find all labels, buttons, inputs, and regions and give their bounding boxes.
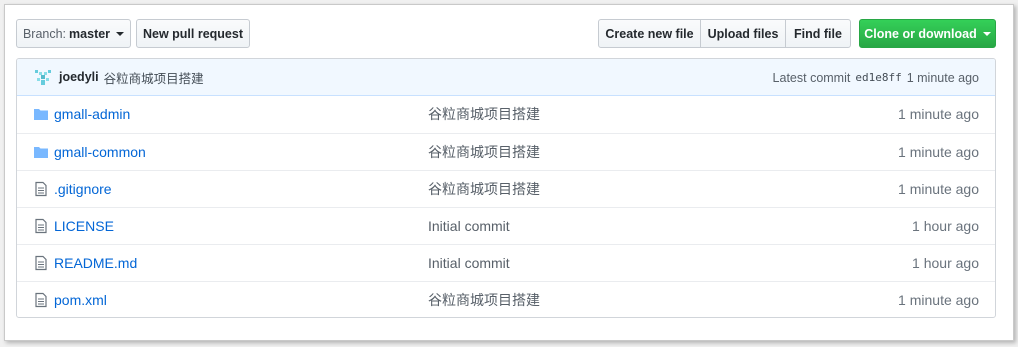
branch-name-label: master: [69, 26, 111, 41]
file-table: joedyli 谷粒商城项目搭建 Latest commit ed1e8ff 1…: [16, 58, 996, 318]
latest-commit-label: Latest commit: [772, 70, 851, 85]
clone-or-download-button[interactable]: Clone or download: [859, 19, 996, 48]
file-commit-message[interactable]: 谷粒商城项目搭建: [428, 96, 540, 133]
file-icon: [35, 292, 47, 308]
commit-author[interactable]: joedyli: [59, 70, 99, 84]
table-row: .gitignore 谷粒商城项目搭建 1 minute ago: [17, 170, 995, 207]
file-list: gmall-admin 谷粒商城项目搭建 1 minute ago gmall-…: [17, 96, 995, 317]
file-icon: [35, 218, 47, 234]
upload-files-button[interactable]: Upload files: [700, 19, 786, 48]
new-pull-request-button[interactable]: New pull request: [136, 19, 250, 48]
commit-sha[interactable]: ed1e8ff: [855, 71, 901, 84]
create-new-file-button[interactable]: Create new file: [598, 19, 701, 48]
file-age: 1 minute ago: [898, 292, 979, 308]
branch-select-button[interactable]: Branch: master: [16, 19, 131, 48]
file-commit-message[interactable]: 谷粒商城项目搭建: [428, 134, 540, 171]
clone-label: Clone or download: [864, 26, 977, 41]
branch-prefix-label: Branch:: [22, 26, 67, 41]
file-name-link[interactable]: gmall-common: [54, 134, 146, 171]
file-commit-message[interactable]: 谷粒商城项目搭建: [428, 171, 540, 208]
file-name-link[interactable]: README.md: [54, 245, 137, 282]
file-age: 1 minute ago: [898, 106, 979, 122]
file-commit-message[interactable]: 谷粒商城项目搭建: [428, 282, 540, 317]
file-name-link[interactable]: gmall-admin: [54, 96, 130, 133]
folder-icon: [34, 147, 48, 158]
folder-icon: [34, 109, 48, 120]
file-commit-message[interactable]: Initial commit: [428, 245, 510, 282]
file-actions-group: Create new file Upload files Find file: [598, 19, 851, 48]
avatar[interactable]: [33, 67, 53, 87]
file-commit-message[interactable]: Initial commit: [428, 208, 510, 245]
file-age: 1 minute ago: [898, 144, 979, 160]
table-row: README.md Initial commit 1 hour ago: [17, 244, 995, 281]
file-navigation-toolbar: Branch: master New pull request Create n…: [16, 19, 996, 48]
table-row: pom.xml 谷粒商城项目搭建 1 minute ago: [17, 281, 995, 317]
commit-age: 1 minute ago: [906, 70, 979, 85]
file-age: 1 hour ago: [912, 255, 979, 271]
latest-commit-info: Latest commit ed1e8ff 1 minute ago: [773, 59, 979, 96]
chevron-down-icon: [116, 31, 125, 36]
chevron-down-icon: [982, 31, 991, 36]
table-row: gmall-common 谷粒商城项目搭建 1 minute ago: [17, 133, 995, 170]
latest-commit-bar: joedyli 谷粒商城项目搭建 Latest commit ed1e8ff 1…: [17, 59, 995, 96]
commit-message[interactable]: 谷粒商城项目搭建: [104, 68, 204, 87]
find-file-button[interactable]: Find file: [785, 19, 851, 48]
file-age: 1 hour ago: [912, 218, 979, 234]
table-row: LICENSE Initial commit 1 hour ago: [17, 207, 995, 244]
file-age: 1 minute ago: [898, 181, 979, 197]
file-icon: [35, 181, 47, 197]
file-name-link[interactable]: LICENSE: [54, 208, 114, 245]
file-name-link[interactable]: pom.xml: [54, 282, 107, 317]
repo-file-browser: Branch: master New pull request Create n…: [4, 4, 1014, 341]
file-icon: [35, 255, 47, 271]
table-row: gmall-admin 谷粒商城项目搭建 1 minute ago: [17, 96, 995, 133]
file-name-link[interactable]: .gitignore: [54, 171, 112, 208]
